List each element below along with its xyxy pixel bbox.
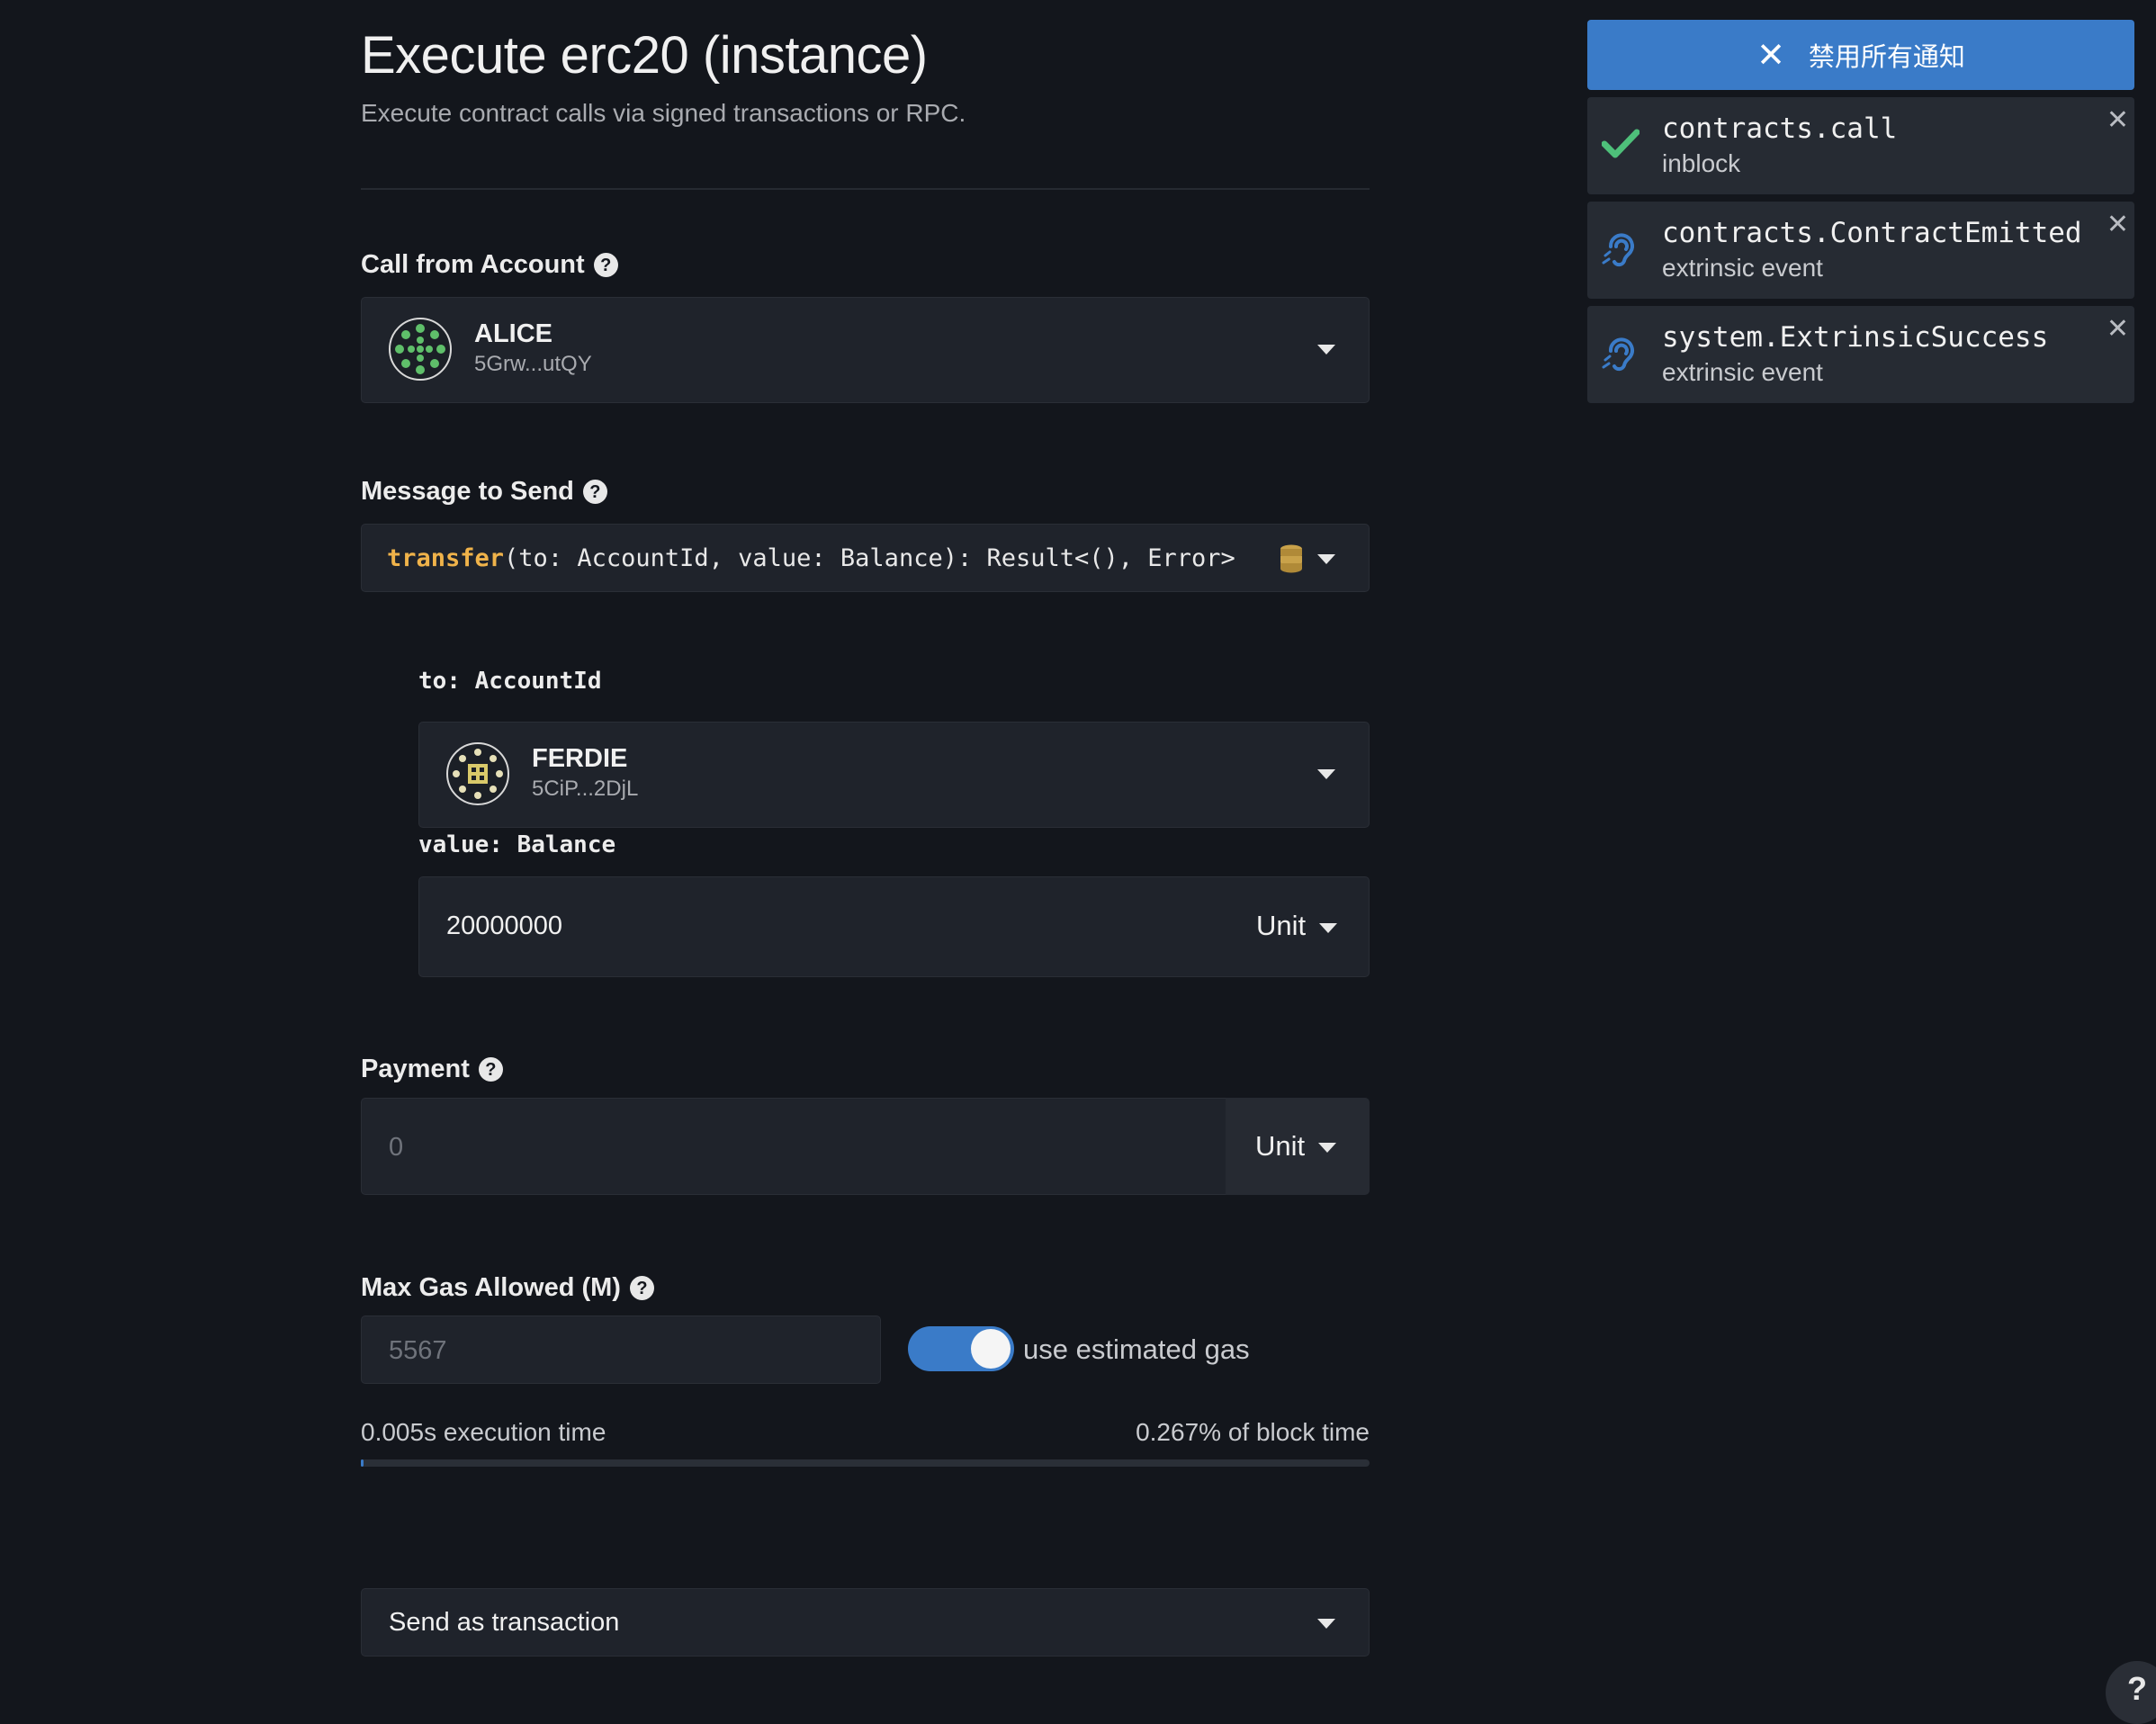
account-identicon <box>446 742 509 810</box>
help-button-label: ? <box>2127 1670 2147 1707</box>
account-name: ALICE <box>474 319 552 348</box>
chevron-down-icon[interactable] <box>1317 345 1335 355</box>
to-account-select[interactable]: FERDIE 5CiP...2DjL <box>418 722 1370 828</box>
header-divider <box>361 188 1370 190</box>
chevron-down-icon[interactable] <box>1317 554 1335 564</box>
notification-item[interactable]: system.ExtrinsicSuccess extrinsic event … <box>1587 306 2134 403</box>
payment-unit-select[interactable]: Unit <box>1226 1098 1370 1195</box>
notification-subtitle: inblock <box>1662 149 1741 177</box>
payment-placeholder: 0 <box>389 1133 404 1162</box>
close-icon[interactable]: ✕ <box>2107 209 2129 240</box>
notification-item[interactable]: contracts.call inblock ✕ <box>1587 97 2134 194</box>
notification-subtitle: extrinsic event <box>1662 254 1823 282</box>
disable-all-label: 禁用所有通知 <box>1808 43 1965 72</box>
help-icon[interactable]: ? <box>593 253 618 277</box>
value-unit-select[interactable]: Unit <box>1256 910 1306 942</box>
method-params: (to: AccountId, value: Balance): Result<… <box>504 544 1235 572</box>
max-gas-label-text: Max Gas Allowed (M) <box>361 1273 621 1302</box>
gas-progress-fill <box>361 1459 364 1467</box>
check-icon <box>1601 128 1640 165</box>
notification-title: contracts.ContractEmitted <box>1662 217 2082 249</box>
max-gas-placeholder: 5567 <box>389 1336 447 1365</box>
page-subtitle: Execute contract calls via signed transa… <box>361 99 966 127</box>
close-icon[interactable]: ✕ <box>2107 313 2129 345</box>
gas-progress-bar <box>361 1459 1370 1467</box>
account-name: FERDIE <box>532 744 628 773</box>
notification-item[interactable]: contracts.ContractEmitted extrinsic even… <box>1587 202 2134 299</box>
help-icon[interactable]: ? <box>582 480 607 504</box>
help-icon[interactable]: ? <box>478 1057 503 1082</box>
account-address: 5Grw...utQY <box>474 352 592 376</box>
call-from-account-select[interactable]: ALICE 5Grw...utQY <box>361 297 1370 403</box>
listen-icon <box>1602 333 1638 379</box>
send-mode-value: Send as transaction <box>389 1608 620 1637</box>
disable-all-notifications-button[interactable]: ✕ 禁用所有通知 <box>1587 20 2134 90</box>
message-label-text: Message to Send <box>361 477 574 506</box>
toggle-knob <box>971 1329 1011 1369</box>
help-icon[interactable]: ? <box>629 1276 654 1300</box>
max-gas-input[interactable]: 5567 <box>361 1315 881 1384</box>
database-icon <box>1280 544 1303 578</box>
message-label: Message to Send ? <box>361 477 607 507</box>
estimated-gas-toggle[interactable] <box>908 1326 1014 1371</box>
close-icon[interactable]: ✕ <box>2107 104 2129 136</box>
send-mode-select[interactable]: Send as transaction <box>361 1588 1370 1657</box>
notification-title: system.ExtrinsicSuccess <box>1662 321 2049 354</box>
value-field[interactable]: 20000000 Unit <box>418 876 1370 977</box>
page-title: Execute erc20 (instance) <box>361 26 928 85</box>
value-input[interactable]: 20000000 <box>446 911 562 941</box>
param-to-label: to: AccountId <box>418 668 602 695</box>
notification-title: contracts.call <box>1662 112 1898 145</box>
payment-input[interactable]: 0 <box>361 1098 1226 1195</box>
chevron-down-icon[interactable] <box>1317 769 1335 779</box>
max-gas-label: Max Gas Allowed (M) ? <box>361 1273 654 1303</box>
account-identicon <box>389 318 452 385</box>
chevron-down-icon[interactable] <box>1319 923 1337 933</box>
method-name: transfer <box>387 544 505 572</box>
block-time: 0.267% of block time <box>1136 1418 1370 1446</box>
chevron-down-icon <box>1318 1143 1336 1153</box>
close-icon: ✕ <box>1756 36 1785 75</box>
listen-icon <box>1602 229 1638 274</box>
help-button[interactable]: ? <box>2106 1661 2156 1724</box>
call-from-label-text: Call from Account <box>361 250 585 279</box>
call-from-label: Call from Account ? <box>361 250 618 280</box>
notification-subtitle: extrinsic event <box>1662 358 1823 386</box>
message-select[interactable]: transfer(to: AccountId, value: Balance):… <box>361 524 1370 592</box>
payment-unit-label: Unit <box>1255 1130 1306 1162</box>
message-signature: transfer(to: AccountId, value: Balance):… <box>387 544 1235 572</box>
payment-label: Payment ? <box>361 1055 503 1084</box>
estimated-gas-label: use estimated gas <box>1023 1333 1250 1365</box>
payment-label-text: Payment <box>361 1055 470 1083</box>
account-address: 5CiP...2DjL <box>532 777 639 801</box>
chevron-down-icon <box>1317 1619 1335 1629</box>
param-value-label: value: Balance <box>418 831 616 858</box>
execution-time: 0.005s execution time <box>361 1418 606 1446</box>
